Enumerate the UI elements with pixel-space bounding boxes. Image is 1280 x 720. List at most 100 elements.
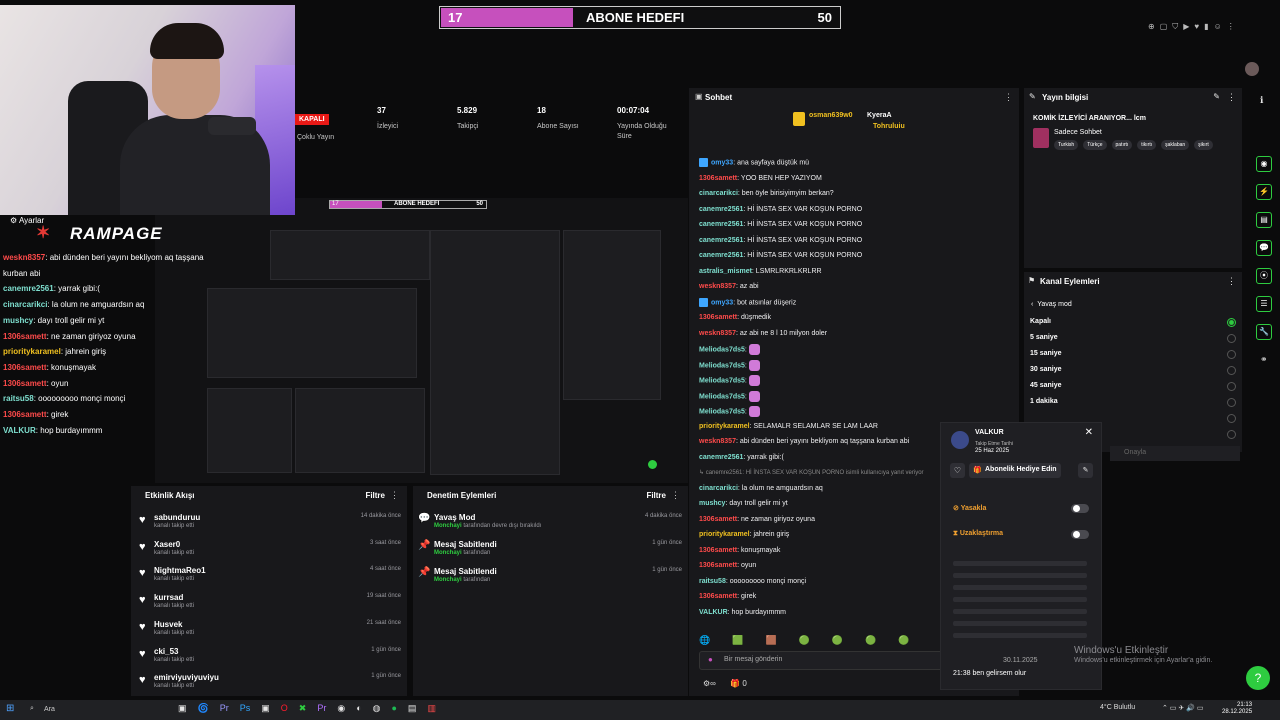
app-icon[interactable]: 🌀 [198, 703, 209, 714]
chat-message[interactable]: canemre2561: Hİ İNSTA SEX VAR KOŞUN PORN… [699, 205, 862, 215]
chat-message[interactable]: prioritykaramel: SELAMALR SELAMLAR SE LA… [699, 422, 878, 432]
edit-icon[interactable]: ✎ [1213, 92, 1220, 101]
slow-mode-radio[interactable] [1227, 414, 1236, 423]
slow-mode-radio[interactable] [1227, 382, 1236, 391]
gift-sub-button[interactable]: 🎁 Abonelik Hediye Edin [969, 463, 1061, 478]
heart-icon[interactable]: ♥ [1194, 22, 1199, 34]
photoshop-icon[interactable]: Ps [240, 703, 251, 714]
top-chatter-1[interactable]: osman639w0 [809, 112, 853, 119]
moderation-filter-button[interactable]: Filtre [646, 491, 666, 500]
chat-message[interactable]: 1306samett: konuşmayak [699, 546, 780, 556]
activity-filter-button[interactable]: Filtre [365, 491, 385, 500]
spotify-icon[interactable]: ● [391, 703, 396, 714]
tag-chip[interactable]: şaklaban [1161, 140, 1190, 150]
top-chatter-3[interactable]: Tohruluiu [873, 123, 905, 130]
system-tray-icons[interactable]: ⌃ ▭ ✈ 🔊 ▭ [1162, 704, 1203, 712]
chat-message[interactable]: VALKUR: hop burdayımmm [699, 608, 786, 618]
app-icon[interactable]: ▣ [261, 703, 270, 714]
mic-icon[interactable]: ● [708, 655, 713, 664]
pin-icon[interactable]: ⊕ [1148, 22, 1155, 34]
more-options-icon[interactable]: ⋮ [1227, 92, 1236, 103]
chat-message[interactable]: Meliodas7ds5: [699, 359, 760, 371]
chat-message[interactable]: Meliodas7ds5: [699, 390, 760, 402]
chat-message[interactable]: 1306samett: ne zaman giriyoz oyuna [699, 515, 815, 525]
chat-message[interactable]: canemre2561: Hİ İNSTA SEX VAR KOŞUN PORN… [699, 236, 862, 246]
more-options-icon[interactable]: ⋮ [390, 490, 399, 501]
slow-mode-radio[interactable] [1227, 430, 1236, 439]
more-options-icon[interactable]: ⋮ [671, 490, 680, 501]
slow-mode-option[interactable]: 1 dakika [1030, 398, 1058, 405]
bolt-icon[interactable]: ⚡ [1256, 184, 1272, 200]
weather-widget[interactable]: 4°C Bulutlu [1100, 704, 1135, 711]
chat-message[interactable]: weskn8357: az abi [699, 282, 759, 292]
chat-message[interactable]: weskn8357: abi dünden beri yayını bekliy… [699, 437, 909, 447]
chat-message[interactable]: Meliodas7ds5: [699, 406, 760, 417]
chat-message[interactable]: 1306samett: düşmedik [699, 313, 771, 323]
premiere-icon[interactable]: Pr [220, 703, 229, 714]
channel-points-icon[interactable]: ⚙∞ [703, 679, 716, 688]
app-icon[interactable]: Pr [317, 703, 326, 714]
chat-message[interactable]: canemre2561: Hİ İNSTA SEX VAR KOŞUN PORN… [699, 251, 862, 261]
app-icon[interactable]: ▥ [427, 703, 436, 714]
slow-mode-radio[interactable] [1227, 350, 1236, 359]
chat-menu-icon[interactable]: ⋮ [1004, 92, 1013, 103]
slow-mode-radio[interactable] [1227, 398, 1236, 407]
feed-item[interactable]: ♥ cki_53 kanalı takip etti 1 gün önce [137, 647, 401, 673]
app-icon[interactable]: ▤ [408, 703, 417, 714]
moderation-item[interactable]: 💬 Yavaş Mod Monchayi tarafından devre dışı… [418, 513, 682, 539]
slow-mode-option[interactable]: 30 saniye [1030, 366, 1062, 373]
more-options-icon[interactable]: ⋮ [1227, 276, 1236, 287]
emote-icon[interactable]: 🟢 [898, 635, 909, 646]
menu-icon[interactable]: ⋮ [1227, 22, 1235, 34]
opera-icon[interactable]: O [281, 703, 288, 714]
broadcast-icon[interactable]: ⦿ [1256, 268, 1272, 284]
feed-item[interactable]: ♥ sabunduruu kanalı takip etti 14 dakika ön… [137, 513, 401, 539]
emote-icon[interactable]: 🌐 [699, 635, 710, 646]
taskbar-search[interactable]: ⌕ Ara [26, 703, 168, 717]
app-icon[interactable]: ◍ [373, 703, 381, 714]
emote-icon[interactable]: 🟢 [865, 635, 876, 646]
list-icon[interactable]: ☰ [1256, 296, 1272, 312]
extensions-icon[interactable]: ☺ [1214, 22, 1222, 34]
slow-mode-option[interactable]: Kapalı [1030, 318, 1051, 325]
chat-message[interactable]: omy33: bot atsınlar düşeriz [699, 297, 796, 308]
emote-icon[interactable]: 🟢 [799, 635, 810, 646]
share-icon[interactable]: ⚭ [1260, 354, 1268, 365]
chat-message[interactable]: canemre2561: Hİ İNSTA SEX VAR KOŞUN PORN… [699, 220, 862, 230]
tab-icon[interactable]: ▢ [1160, 22, 1168, 34]
chat-message[interactable]: 1306samett: girek [699, 592, 756, 602]
pin-icon[interactable]: ✎ [1078, 463, 1093, 478]
chat-message[interactable]: Meliodas7ds5: [699, 344, 760, 355]
chrome-icon[interactable]: ◉ [337, 703, 345, 714]
slow-mode-option[interactable]: 15 saniye [1030, 350, 1062, 357]
obs-icon[interactable]: ◐ [356, 703, 361, 714]
tag-chip[interactable]: şikırt [1194, 140, 1213, 150]
chat-message[interactable]: ↳ canemre2561: Hİ İNSTA SEX VAR KOŞUN PO… [699, 468, 924, 478]
chat-message[interactable]: astralis_mismet: LSMRLRKRLKRLRR [699, 267, 822, 277]
user-avatar[interactable] [1245, 62, 1259, 76]
slow-mode-radio[interactable] [1227, 334, 1236, 343]
moderation-item[interactable]: 📌 Mesaj Sabitlendi Monchayi tarafından 1 gü… [418, 540, 682, 566]
emote-icon[interactable]: 🟩 [732, 635, 743, 646]
close-icon[interactable]: ✕ [1085, 427, 1093, 438]
chat-message[interactable]: cinarcarikci: la olum ne amguardsın aq [699, 484, 823, 494]
slow-mode-back[interactable]: ‹ Yavaş mod [1031, 301, 1072, 308]
emote-icon[interactable]: 🟢 [832, 635, 843, 646]
moderation-item[interactable]: 📌 Mesaj Sabitlendi Monchayi tarafından 1 gü… [418, 567, 682, 593]
timeout-toggle[interactable] [1071, 530, 1089, 539]
app-icon[interactable]: ✖ [299, 703, 307, 714]
stream-preview[interactable]: 17 ABONE HEDEFI 50 [155, 198, 688, 483]
tag-chip[interactable]: Türkçe [1083, 140, 1107, 150]
chat-message[interactable]: 1306samett: oyun [699, 561, 756, 571]
tag-chip[interactable]: Turkish [1054, 140, 1079, 150]
chat-message[interactable]: weskn8357: az abi ne 8 l 10 milyon doler [699, 329, 827, 339]
feed-item[interactable]: ♥ emirviyuviyuviyu kanalı takip etti 1 gün … [137, 673, 401, 699]
bookmark-icon[interactable]: ▮ [1204, 22, 1208, 34]
gift-icon[interactable]: 🎁 [730, 679, 740, 688]
user-name[interactable]: VALKUR [975, 429, 1004, 436]
category-name[interactable]: Sadece Sohbet [1054, 129, 1102, 136]
shield-icon[interactable]: ⛉ [1172, 22, 1178, 34]
top-chatter-2[interactable]: KyeraA [867, 112, 892, 119]
chat-message[interactable]: canemre2561: yarrak gibi:( [699, 453, 784, 463]
chat-bubble-icon[interactable]: 💬 [1256, 240, 1272, 256]
